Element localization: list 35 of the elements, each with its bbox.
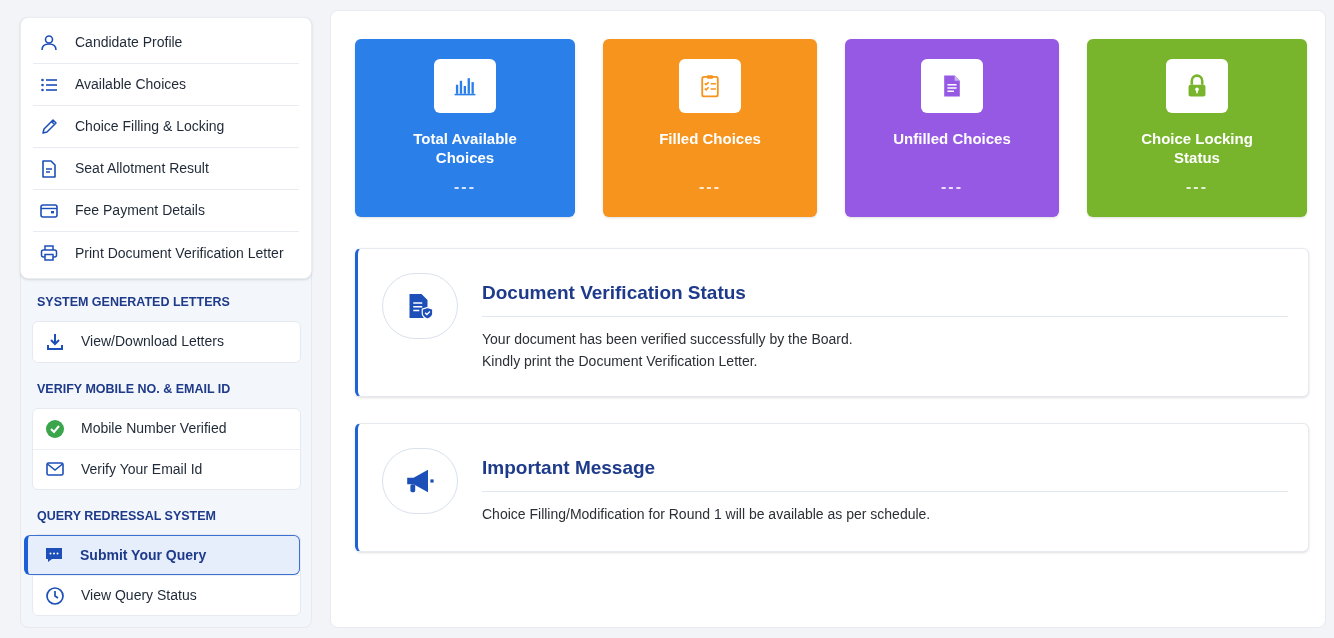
stat-value: --- bbox=[454, 177, 476, 197]
document-icon bbox=[39, 158, 59, 179]
sidebar-item[interactable]: Verify Your Email Id bbox=[33, 448, 300, 489]
section-heading: SYSTEM GENERATED LETTERS bbox=[36, 294, 231, 311]
sidebar-item[interactable]: Fee Payment Details bbox=[33, 190, 299, 232]
message-title: Document Verification Status bbox=[482, 279, 1288, 317]
sidebar-item[interactable]: Print Document Verification Letter bbox=[33, 232, 299, 274]
message-text: Your document has been verified successfully by the Board. bbox=[482, 329, 854, 349]
stat-value: --- bbox=[941, 177, 963, 197]
sidebar-item[interactable]: View/Download Letters bbox=[33, 321, 300, 362]
check-icon bbox=[45, 418, 65, 439]
sidebar-item[interactable]: Mobile Number Verified bbox=[33, 408, 300, 449]
sidebar-item[interactable]: Candidate Profile bbox=[33, 22, 299, 64]
sidebar-item[interactable]: Choice Filling & Locking bbox=[33, 106, 299, 148]
stat-title: Choice Locking Status bbox=[1140, 129, 1254, 167]
stat-title: Total Available Choices bbox=[412, 129, 518, 167]
stat-title: Filled Choices bbox=[658, 129, 762, 149]
envelope-icon bbox=[45, 459, 65, 479]
sidebar-item[interactable]: Seat Allotment Result bbox=[33, 148, 299, 190]
person-icon bbox=[39, 32, 59, 53]
clock-icon bbox=[45, 585, 65, 606]
stat-value: --- bbox=[1186, 177, 1208, 197]
sidebar-item[interactable]: Submit Your Query bbox=[24, 535, 300, 576]
sidebar-item[interactable]: Available Choices bbox=[33, 64, 299, 106]
stat-title: Unfilled Choices bbox=[892, 129, 1012, 149]
message-title: Important Message bbox=[482, 454, 1288, 492]
message-text: Choice Filling/Modification for Round 1 will be available as per schedule. bbox=[482, 504, 932, 524]
download-icon bbox=[45, 331, 65, 352]
stat-value: --- bbox=[699, 177, 721, 197]
sidebar-item[interactable]: View Query Status bbox=[33, 575, 300, 616]
section-heading: QUERY REDRESSAL SYSTEM bbox=[36, 507, 217, 525]
printer-icon bbox=[39, 243, 59, 263]
message-text: Kindly print the Document Verification Letter. bbox=[482, 351, 759, 371]
section-heading: VERIFY MOBILE NO. & EMAIL ID bbox=[36, 380, 232, 398]
pencil-icon bbox=[39, 116, 59, 137]
